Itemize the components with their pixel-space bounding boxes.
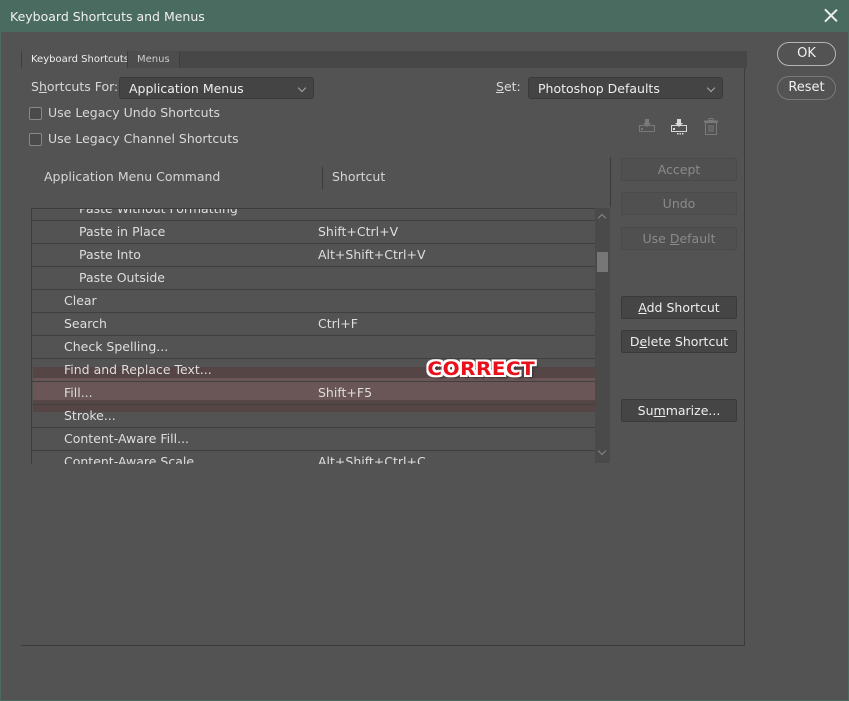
table-row[interactable]: Content-Aware Fill... (32, 428, 596, 451)
shortcut-cell[interactable]: Alt+Shift+Ctrl+V (318, 247, 426, 262)
title-bar: Keyboard Shortcuts and Menus (1, 1, 848, 32)
command-cell: Paste Without Formatting (79, 208, 238, 216)
table-row[interactable]: Search Ctrl+F (32, 313, 596, 336)
correct-stamp: CORRECT (427, 358, 536, 380)
save-set-as-icon[interactable] (669, 117, 689, 137)
shortcuts-for-label: Shortcuts For: (31, 79, 119, 94)
window-title: Keyboard Shortcuts and Menus (10, 9, 205, 24)
legacy-undo-checkbox[interactable] (29, 107, 42, 120)
chevron-down-icon (297, 83, 307, 93)
shortcut-cell[interactable]: Alt+Shift+Ctrl+C (318, 454, 426, 464)
command-cell: Paste Into (79, 247, 141, 262)
legacy-channel-checkbox[interactable] (29, 133, 42, 146)
chevron-down-icon (706, 83, 716, 93)
ok-button[interactable]: OK (777, 42, 836, 66)
shortcut-list: Paste Without Formatting Paste in Place Sh… (31, 208, 596, 464)
table-row[interactable]: Paste Outside (32, 267, 596, 290)
header-edge (610, 157, 611, 207)
close-icon[interactable] (822, 7, 840, 25)
shortcuts-for-value: Application Menus (129, 81, 244, 96)
table-row[interactable]: Stroke... (32, 405, 596, 428)
table-row[interactable]: Clear (32, 290, 596, 313)
command-cell: Paste Outside (79, 270, 165, 285)
shortcuts-for-select[interactable]: Application Menus (119, 77, 314, 99)
use-default-button[interactable]: Use Default (621, 227, 737, 250)
command-cell: Fill... (64, 385, 93, 400)
table-row-selected[interactable]: Fill... Shift+F5 (32, 382, 596, 405)
set-label: Set: (496, 79, 521, 94)
set-select[interactable]: Photoshop Defaults (528, 77, 723, 99)
command-cell: Content-Aware Fill... (64, 431, 190, 446)
accept-button[interactable]: Accept (621, 158, 737, 181)
column-header-command[interactable]: Application Menu Command (44, 169, 220, 184)
vertical-scrollbar[interactable] (595, 208, 610, 463)
table-row[interactable]: Check Spelling... (32, 336, 596, 359)
column-header-shortcut[interactable]: Shortcut (332, 169, 385, 184)
delete-shortcut-button[interactable]: Delete Shortcut (621, 330, 737, 353)
table-row[interactable]: Paste Without Formatting (32, 208, 596, 221)
legacy-undo-label: Use Legacy Undo Shortcuts (48, 105, 220, 120)
command-cell: Content-Aware Scale (64, 454, 195, 464)
command-cell: Paste in Place (79, 224, 166, 239)
command-cell: Stroke... (64, 408, 116, 423)
tab-keyboard-shortcuts[interactable]: Keyboard Shortcuts (21, 51, 138, 68)
scroll-up-icon[interactable] (597, 213, 607, 223)
legacy-channel-label: Use Legacy Channel Shortcuts (48, 131, 239, 146)
undo-button[interactable]: Undo (621, 192, 737, 215)
command-cell: Check Spelling... (64, 339, 169, 354)
table-row[interactable]: Content-Aware Scale Alt+Shift+Ctrl+C (32, 451, 596, 464)
command-cell: Find and Replace Text... (64, 362, 212, 377)
summarize-button[interactable]: Summarize... (621, 399, 737, 422)
add-shortcut-button[interactable]: Add Shortcut (621, 296, 737, 319)
save-set-icon[interactable] (637, 117, 657, 137)
command-cell: Clear (64, 293, 97, 308)
reset-button[interactable]: Reset (777, 76, 836, 100)
trash-icon[interactable] (701, 117, 721, 137)
tab-strip: Keyboard Shortcuts Menus (21, 51, 747, 68)
set-value: Photoshop Defaults (538, 81, 660, 96)
shortcut-cell[interactable]: Shift+Ctrl+V (318, 224, 398, 239)
shortcut-cell[interactable]: Shift+F5 (318, 385, 372, 400)
scroll-thumb[interactable] (597, 252, 608, 272)
table-row[interactable]: Paste in Place Shift+Ctrl+V (32, 221, 596, 244)
shortcut-cell[interactable]: Ctrl+F (318, 316, 358, 331)
scroll-down-icon[interactable] (597, 446, 607, 456)
tab-menus[interactable]: Menus (127, 51, 180, 68)
table-row[interactable]: Paste Into Alt+Shift+Ctrl+V (32, 244, 596, 267)
column-divider[interactable] (322, 167, 323, 189)
command-cell: Search (64, 316, 107, 331)
